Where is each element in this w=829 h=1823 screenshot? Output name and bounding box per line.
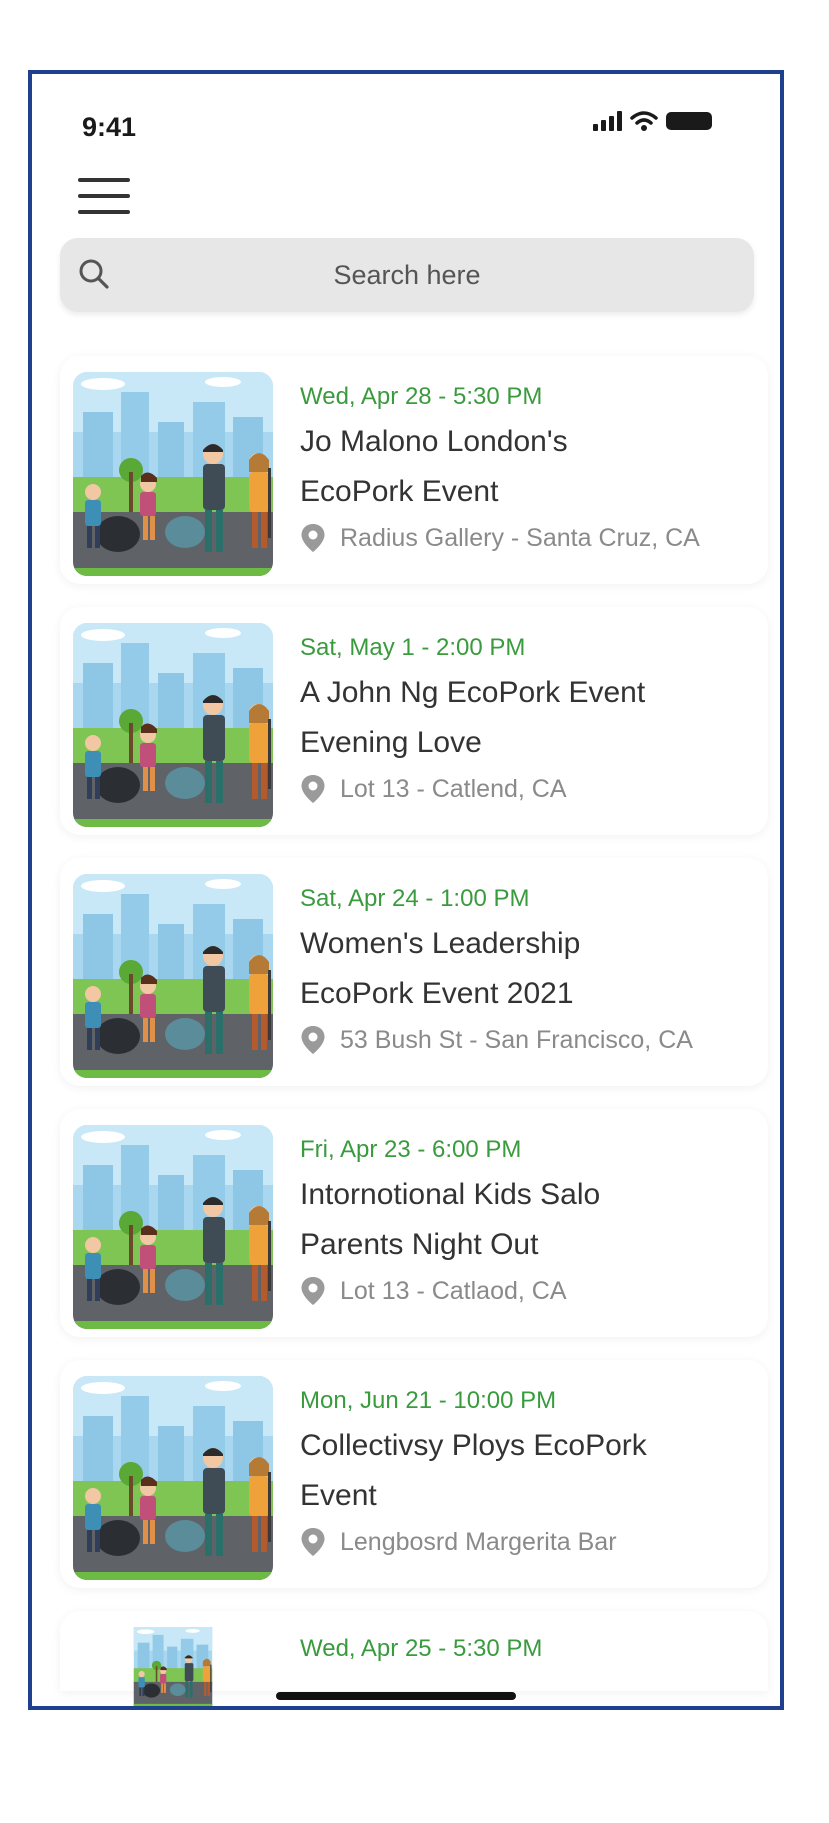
event-card[interactable]: Sat, May 1 - 2:00 PM A John Ng EcoPork E… bbox=[60, 607, 768, 835]
event-title-line: Parents Night Out bbox=[300, 1228, 539, 1261]
event-title: Women's Leadership EcoPork Event 2021 bbox=[300, 919, 758, 1019]
event-date: Mon, Jun 21 - 10:00 PM bbox=[300, 1387, 557, 1414]
event-card[interactable]: Sat, Apr 24 - 1:00 PM Women's Leadership… bbox=[60, 858, 768, 1086]
cellular-signal-icon bbox=[593, 111, 622, 131]
event-title-line: Women's Leadership bbox=[300, 927, 581, 960]
location-pin-icon bbox=[300, 1527, 326, 1557]
event-location-text: Radius Gallery - Santa Cruz, CA bbox=[340, 523, 700, 552]
hamburger-menu-icon[interactable] bbox=[78, 178, 130, 214]
event-title-line: A John Ng EcoPork Event bbox=[300, 676, 646, 709]
event-image bbox=[73, 1627, 273, 1707]
event-date: Fri, Apr 23 - 6:00 PM bbox=[300, 1136, 522, 1163]
event-title-line: EcoPork Event bbox=[300, 475, 499, 508]
phone-frame: 9:41 Wed, Apr 28 - 5:30 PM bbox=[28, 70, 784, 1710]
event-image bbox=[73, 874, 273, 1078]
location-pin-icon bbox=[300, 523, 326, 553]
event-title-line: Event bbox=[300, 1479, 377, 1512]
event-location-text: 53 Bush St - San Francisco, CA bbox=[340, 1025, 693, 1054]
event-image bbox=[73, 372, 273, 576]
event-title: A John Ng EcoPork Event Evening Love bbox=[300, 668, 758, 768]
event-location: Radius Gallery - Santa Cruz, CA bbox=[300, 519, 758, 557]
event-title: Intornotional Kids Salo Parents Night Ou… bbox=[300, 1170, 758, 1270]
event-list: Wed, Apr 28 - 5:30 PM Jo Malono London's… bbox=[60, 356, 768, 1691]
wifi-icon bbox=[630, 111, 658, 131]
event-date: Sat, Apr 24 - 1:00 PM bbox=[300, 885, 530, 912]
event-image bbox=[73, 1376, 273, 1580]
event-title-line: Collectivsy Ploys EcoPork bbox=[300, 1429, 647, 1462]
event-location-text: Lot 13 - Catlend, CA bbox=[340, 774, 567, 803]
event-location: Lengbosrd Margerita Bar bbox=[300, 1523, 758, 1561]
event-image bbox=[73, 623, 273, 827]
event-date: Wed, Apr 25 - 5:30 PM bbox=[300, 1635, 543, 1662]
status-bar: 9:41 bbox=[32, 104, 780, 144]
event-title: Jo Malono London's EcoPork Event bbox=[300, 417, 758, 517]
event-title-line: Intornotional Kids Salo bbox=[300, 1178, 601, 1211]
location-pin-icon bbox=[300, 1276, 326, 1306]
location-pin-icon bbox=[300, 774, 326, 804]
search-bar[interactable] bbox=[60, 238, 754, 312]
event-card-partial[interactable]: Wed, Apr 25 - 5:30 PM bbox=[60, 1611, 768, 1691]
location-pin-icon bbox=[300, 1025, 326, 1055]
event-location: 53 Bush St - San Francisco, CA bbox=[300, 1021, 758, 1059]
battery-icon bbox=[666, 112, 712, 130]
search-icon bbox=[79, 259, 109, 289]
event-location-text: Lot 13 - Catlaod, CA bbox=[340, 1276, 567, 1305]
event-card[interactable]: Wed, Apr 28 - 5:30 PM Jo Malono London's… bbox=[60, 356, 768, 584]
event-title-line: Evening Love bbox=[300, 726, 482, 759]
event-location: Lot 13 - Catlaod, CA bbox=[300, 1272, 758, 1310]
event-title-line: Jo Malono London's bbox=[300, 425, 568, 458]
event-date: Sat, May 1 - 2:00 PM bbox=[300, 634, 526, 661]
event-title-line: EcoPork Event 2021 bbox=[300, 977, 574, 1010]
event-date: Wed, Apr 28 - 5:30 PM bbox=[300, 383, 543, 410]
status-time: 9:41 bbox=[82, 112, 137, 142]
event-image bbox=[73, 1125, 273, 1329]
event-location: Lot 13 - Catlend, CA bbox=[300, 770, 758, 808]
event-card[interactable]: Fri, Apr 23 - 6:00 PM Intornotional Kids… bbox=[60, 1109, 768, 1337]
status-icons bbox=[593, 110, 712, 132]
search-input[interactable] bbox=[130, 238, 684, 312]
home-indicator[interactable] bbox=[276, 1692, 516, 1700]
event-card[interactable]: Mon, Jun 21 - 10:00 PM Collectivsy Ploys… bbox=[60, 1360, 768, 1588]
event-title: Collectivsy Ploys EcoPork Event bbox=[300, 1421, 758, 1521]
event-location-text: Lengbosrd Margerita Bar bbox=[340, 1527, 617, 1556]
